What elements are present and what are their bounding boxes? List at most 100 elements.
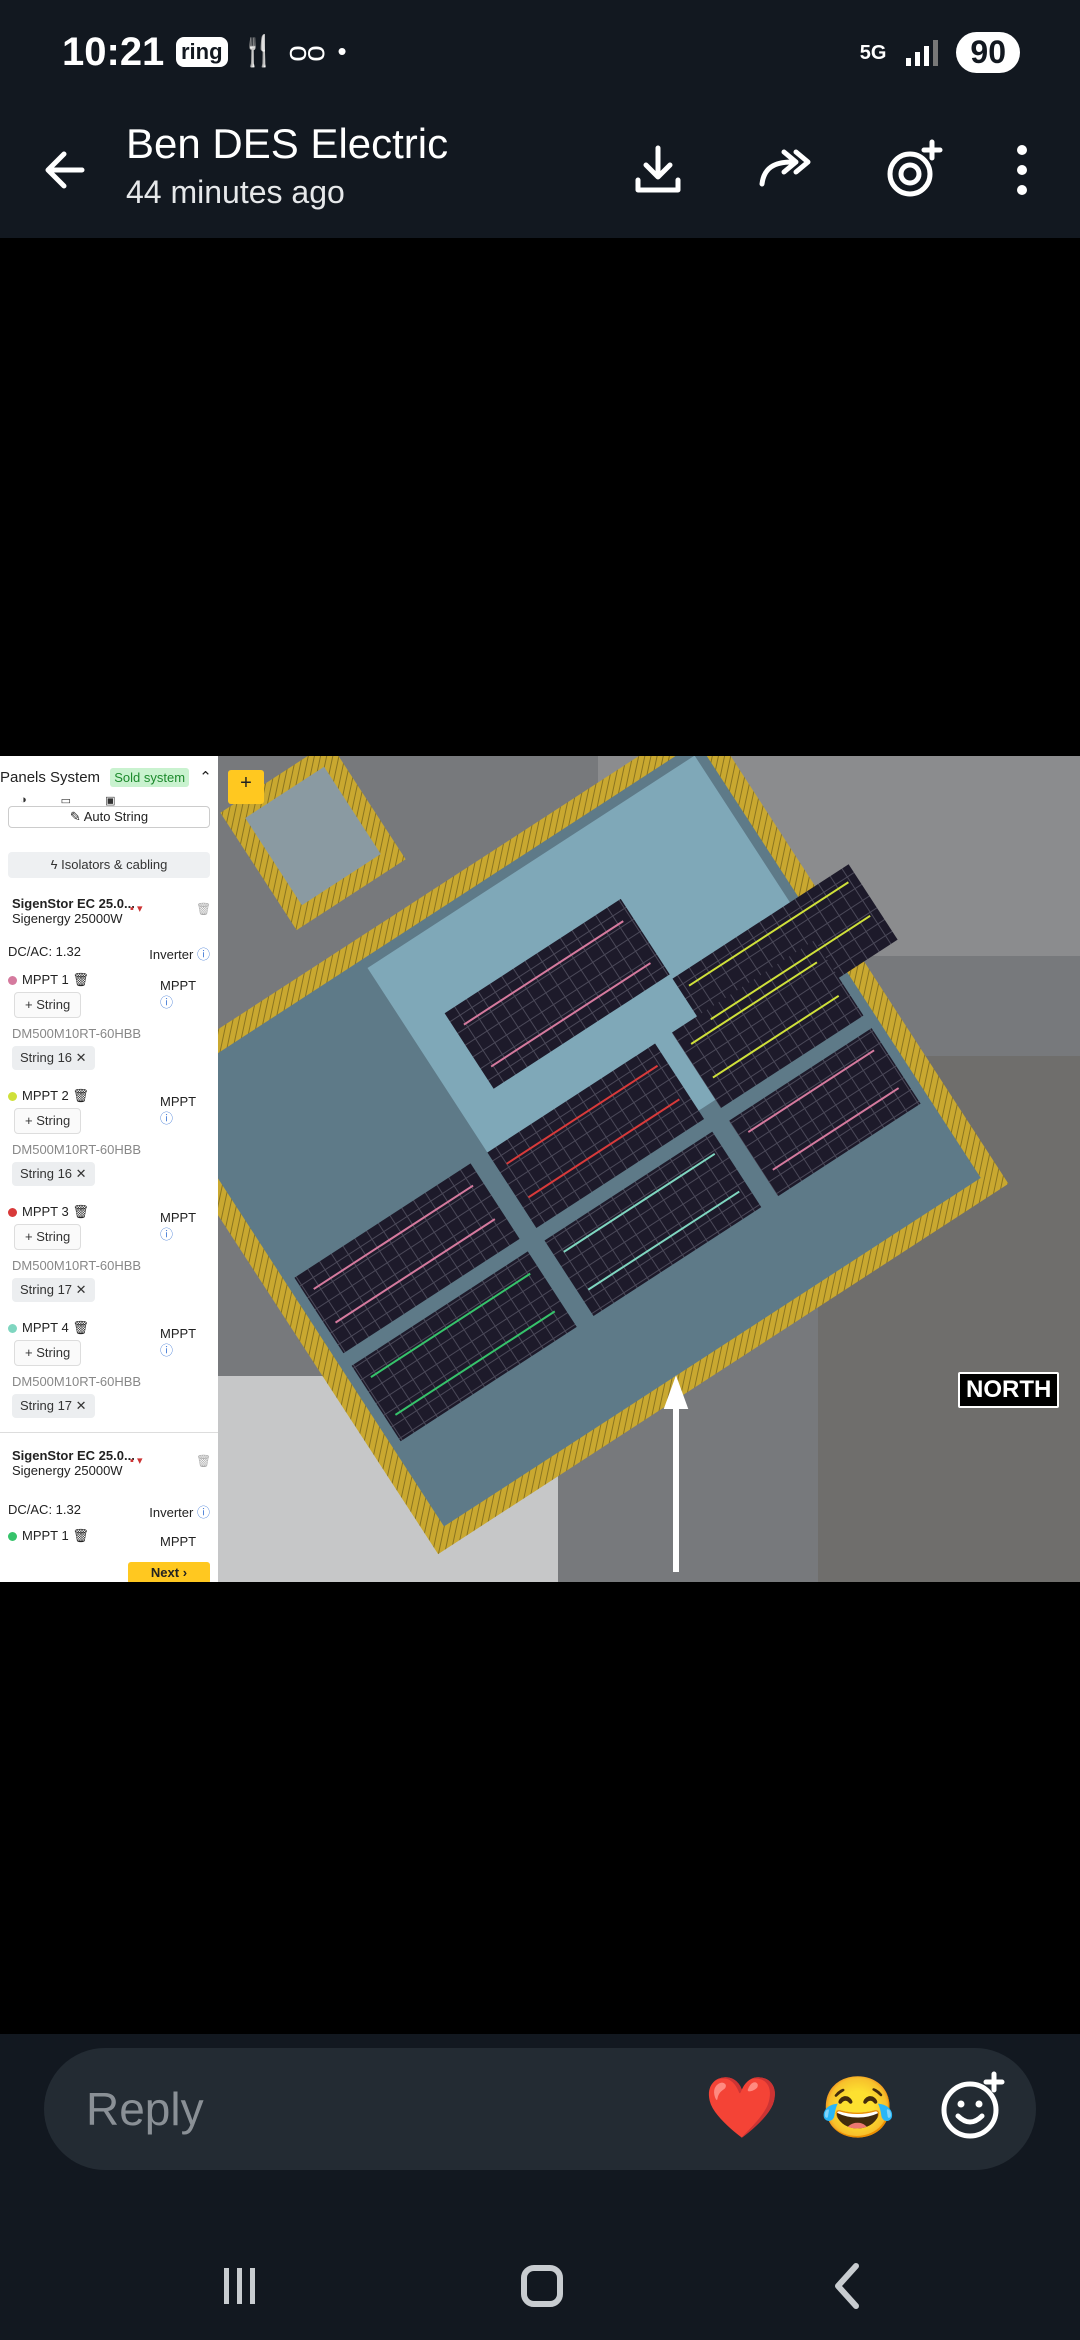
add-string-button: + String <box>14 1224 82 1250</box>
sent-timestamp: 44 minutes ago <box>126 174 345 210</box>
food-delivery-icon: 🍴 <box>239 35 277 68</box>
chevron-left-icon <box>835 2263 859 2309</box>
auto-string-label: Auto String <box>83 809 149 824</box>
add-to-status-button[interactable] <box>880 138 944 202</box>
shared-image[interactable]: Panels System Sold system ⌃ ◑ ▭ ▣ ✎ Auto… <box>0 756 1080 1582</box>
add-string-label: String <box>36 1113 71 1128</box>
download-icon <box>635 145 681 193</box>
panel-model: DM500M10RT-60HBB <box>12 1258 142 1273</box>
inverter-card: SigenStor EC 25.0... Sigenergy 25000W <box>12 1448 135 1478</box>
trash-icon: 🗑 <box>72 1320 89 1335</box>
info-icon: ⓘ <box>160 995 174 1010</box>
inverter-label: Inverter ⓘ <box>149 944 210 963</box>
recent-apps-button[interactable] <box>210 2256 270 2316</box>
reply-area: Reply ❤️ 😂 <box>0 2034 1080 2224</box>
mppt-tag: MPPT <box>160 1326 197 1341</box>
download-button[interactable] <box>626 138 690 202</box>
north-label: NORTH <box>958 1372 1060 1408</box>
close-icon: ✕ <box>75 1050 87 1065</box>
inverter-model: Sigenergy 25000W <box>12 1463 123 1478</box>
close-icon: ✕ <box>75 1166 87 1181</box>
string-chip: String 16 ✕ <box>12 1046 95 1070</box>
string-label: String 17 <box>20 1282 73 1297</box>
system-back-button[interactable] <box>818 2256 878 2316</box>
mppt-row: MPPT 2 🗑 <box>8 1088 89 1104</box>
panel-model: DM500M10RT-60HBB <box>12 1142 142 1157</box>
notification-icons: ring 🍴 ᴑᴑ • <box>176 34 347 69</box>
recent-apps-icon <box>224 2268 255 2304</box>
media-viewer-header: Ben DES Electric 44 minutes ago <box>0 110 1080 238</box>
reply-input[interactable]: Reply ❤️ 😂 <box>44 2048 1036 2170</box>
chevron-up-icon: ⌃ <box>199 769 212 786</box>
auto-string-button: ✎ Auto String <box>8 806 210 828</box>
close-icon: ✕ <box>75 1282 87 1297</box>
back-button[interactable] <box>36 140 96 200</box>
arrow-left-icon <box>45 151 85 189</box>
more-notifications-dot-icon: • <box>337 36 347 66</box>
panel-model: DM500M10RT-60HBB <box>12 1374 142 1389</box>
brand-logo: ▪ ▾ <box>130 903 143 915</box>
wand-icon: ✎ <box>69 809 81 824</box>
dcac-ratio: DC/AC: 1.32 <box>8 1502 81 1517</box>
mppt-row: MPPT 3 🗑 <box>8 1204 89 1220</box>
info-icon: ⓘ <box>160 1111 174 1126</box>
mppt-row: MPPT 1 🗑 <box>8 972 89 988</box>
add-reaction-button[interactable] <box>934 2070 1010 2146</box>
info-icon: ⓘ <box>196 1505 210 1520</box>
more-vertical-icon <box>1017 145 1027 195</box>
lightning-icon: ϟ <box>50 857 62 872</box>
clock: 10:21 <box>62 30 165 74</box>
mppt-color-dot <box>8 976 17 986</box>
forward-button[interactable] <box>752 138 816 202</box>
network-5g-icon: 5G <box>859 41 887 64</box>
mppt-label: MPPT 2 <box>22 1088 69 1103</box>
brand-logo: ▪ ▾ <box>130 1455 143 1467</box>
inverter-name: SigenStor EC 25.0... <box>12 1448 135 1463</box>
next-button: Next › <box>128 1562 210 1582</box>
roof-plan-map <box>133 756 1080 1582</box>
mppt-label: MPPT 3 <box>22 1204 69 1219</box>
trash-icon: 🗑 <box>72 1204 89 1219</box>
add-area-button: + <box>228 770 264 804</box>
mppt-label: MPPT 1 <box>22 1528 69 1543</box>
status-camera-icon <box>887 139 943 197</box>
battery-indicator: 90 <box>956 32 1020 73</box>
close-icon: ✕ <box>75 1398 87 1413</box>
system-icons: 5G 90 <box>860 32 1020 73</box>
inverter-name: SigenStor EC 25.0... <box>12 896 135 911</box>
info-icon: ⓘ <box>196 947 210 962</box>
inverter-label-text: Inverter <box>149 947 194 962</box>
status-bar: 10:21 ring 🍴 ᴑᴑ • 5G 90 <box>0 0 1080 110</box>
string-chip: String 17 ✕ <box>12 1394 95 1418</box>
inverter-card: SigenStor EC 25.0... Sigenergy 25000W <box>12 896 135 926</box>
sold-badge: Sold system <box>110 768 190 787</box>
laughing-reaction-button[interactable]: 😂 <box>820 2070 896 2146</box>
smiley-plus-icon <box>941 2071 1005 2139</box>
design-side-panel: Panels System Sold system ⌃ ◑ ▭ ▣ ✎ Auto… <box>0 756 218 1582</box>
info-icon: ⓘ <box>160 1343 174 1358</box>
isolators-label: Isolators & cabling <box>61 857 168 872</box>
contact-name: Ben DES Electric <box>126 120 449 167</box>
mppt-tag: MPPT <box>160 978 197 993</box>
mppt-color-dot <box>8 1532 17 1542</box>
home-button[interactable] <box>512 2256 572 2316</box>
next-label: Next <box>150 1565 180 1580</box>
more-options-button[interactable] <box>992 138 1052 202</box>
trash-icon: 🗑 <box>196 902 212 916</box>
string-chip: String 16 ✕ <box>12 1162 95 1186</box>
heart-reaction-button[interactable]: ❤️ <box>704 2070 780 2146</box>
panel-title: Panels System <box>0 769 101 786</box>
add-string-button: + String <box>14 1108 82 1134</box>
mppt-tag: MPPT <box>160 1210 197 1225</box>
trash-icon: 🗑 <box>72 1088 89 1103</box>
dcac-ratio: DC/AC: 1.32 <box>8 944 81 959</box>
roof-plan-drawing <box>133 756 1080 1582</box>
string-label: String 16 <box>20 1166 73 1181</box>
mppt-row: MPPT 1 🗑 <box>8 1528 89 1544</box>
mppt-tag: MPPT <box>160 1094 197 1109</box>
isolators-cabling-button: ϟ Isolators & cabling <box>8 852 210 878</box>
panel-title-row: Panels System Sold system ⌃ <box>0 768 212 787</box>
inverter-label-text: Inverter <box>149 1505 194 1520</box>
trash-icon: 🗑 <box>196 1454 212 1468</box>
add-string-label: String <box>36 997 71 1012</box>
